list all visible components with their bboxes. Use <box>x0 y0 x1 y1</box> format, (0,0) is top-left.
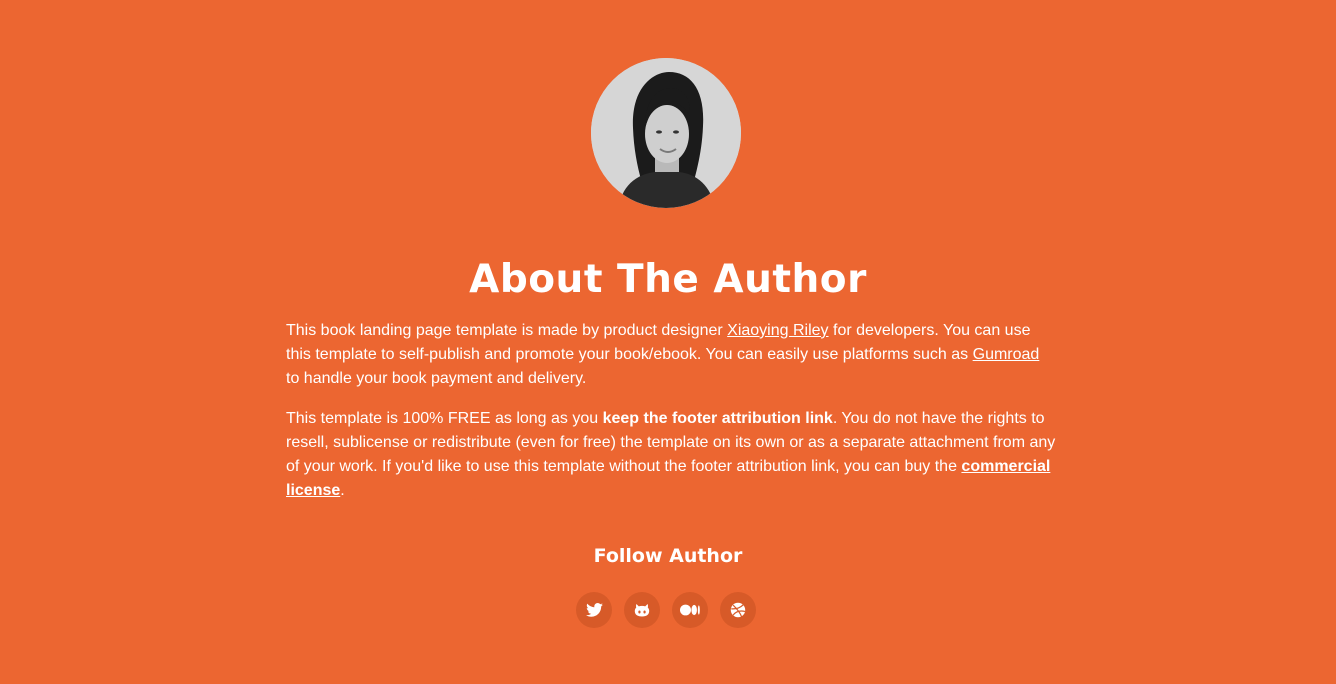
bio-text: to handle your book payment and delivery… <box>286 370 587 387</box>
twitter-icon <box>585 603 603 617</box>
social-links <box>576 592 756 628</box>
medium-button[interactable] <box>672 592 708 628</box>
designer-link[interactable]: Xiaoying Riley <box>727 322 828 339</box>
bio-paragraph-2: This template is 100% FREE as long as yo… <box>286 407 1056 503</box>
author-portrait-icon <box>591 58 741 208</box>
attribution-emphasis: keep the footer attribution link <box>602 410 833 427</box>
follow-author-title: Follow Author <box>593 545 743 567</box>
author-avatar <box>591 58 741 208</box>
gumroad-link[interactable]: Gumroad <box>973 346 1040 363</box>
bio-text: This book landing page template is made … <box>286 322 728 339</box>
bio-text: . <box>340 482 345 499</box>
author-bio: This book landing page template is made … <box>286 319 1056 519</box>
twitter-button[interactable] <box>576 592 612 628</box>
about-heading: About The Author <box>469 257 867 302</box>
dribbble-icon <box>730 602 746 618</box>
medium-icon <box>680 604 700 616</box>
about-author-section: About The Author This book landing page … <box>0 0 1336 684</box>
dribbble-button[interactable] <box>720 592 756 628</box>
bio-paragraph-1: This book landing page template is made … <box>286 319 1056 391</box>
bio-text: This template is 100% FREE as long as yo… <box>286 410 603 427</box>
github-button[interactable] <box>624 592 660 628</box>
github-icon <box>634 604 650 617</box>
